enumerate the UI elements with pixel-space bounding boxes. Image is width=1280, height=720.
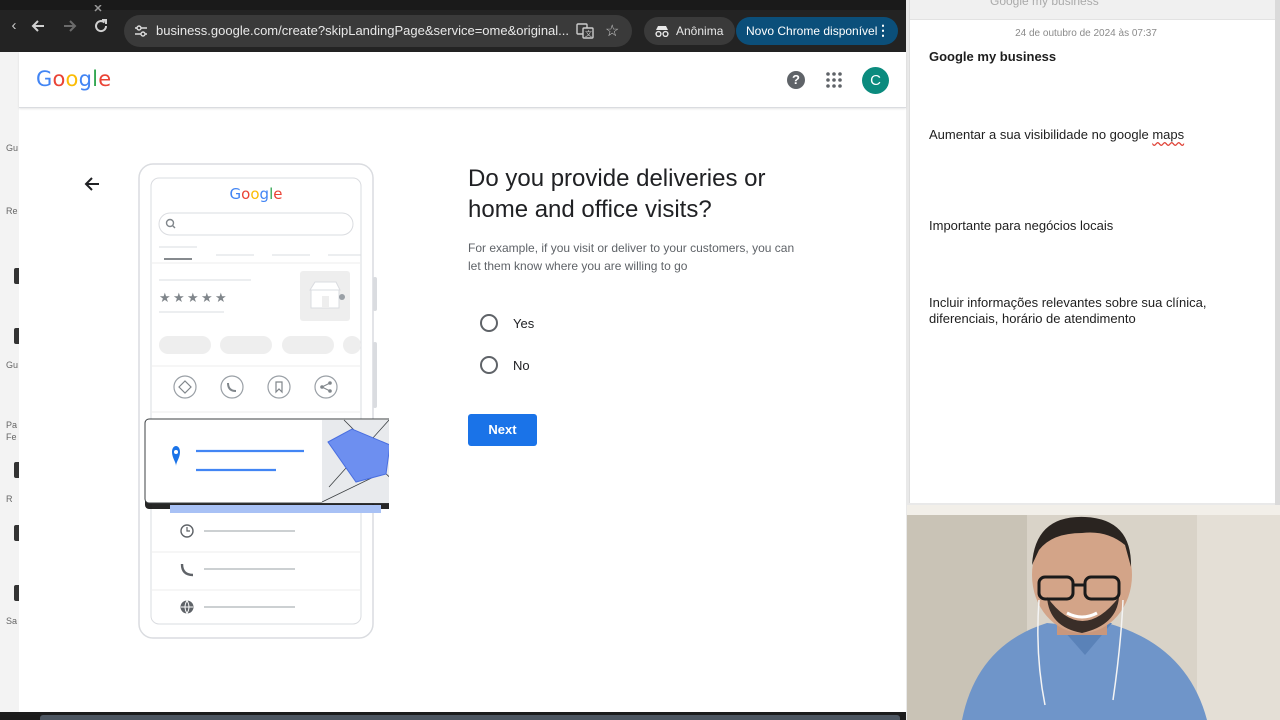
site-settings-icon[interactable] — [134, 24, 148, 38]
phone-illustration: Google ★ ★ ★ ★ ★ — [138, 163, 389, 639]
next-button[interactable]: Next — [468, 414, 537, 446]
help-icon[interactable]: ? — [787, 71, 805, 89]
browser-window: ‹ business.google.com/create?skipLanding… — [0, 0, 906, 712]
google-business-page: Google ? C Google ★ ★ ★ ★ ★ Do you provi… — [19, 52, 906, 712]
save-icon — [267, 375, 291, 399]
logo-letter: G — [36, 67, 53, 91]
google-logo[interactable]: Google — [36, 67, 111, 91]
note-date: 24 de outubro de 2024 às 07:37 — [1015, 28, 1157, 39]
update-label: Novo Chrome disponível — [746, 24, 878, 38]
note-line[interactable]: Aumentar a sua visibilidade no google ma… — [929, 127, 1249, 143]
logo-letter: g — [78, 67, 93, 91]
share-icon — [314, 375, 338, 399]
radio-option-yes[interactable]: Yes — [480, 311, 640, 335]
translate-icon[interactable]: 文 — [576, 22, 594, 40]
search-bar-illustration — [158, 212, 354, 236]
back-nav-icon[interactable] — [30, 18, 46, 34]
note-text: Aumentar a sua visibilidade no google — [929, 127, 1153, 142]
radio-circle[interactable] — [480, 314, 498, 332]
directions-icon — [173, 375, 197, 399]
more-menu-icon[interactable]: ⋮ — [876, 23, 890, 37]
back-arrow-icon[interactable] — [83, 175, 101, 193]
incognito-indicator[interactable]: Anônima — [644, 17, 736, 45]
radio-option-no[interactable]: No — [480, 353, 640, 377]
address-bar[interactable]: business.google.com/create?skipLandingPa… — [124, 15, 632, 47]
webcam-feed — [907, 505, 1280, 720]
svg-text:★: ★ — [201, 291, 213, 306]
account-avatar[interactable]: C — [862, 67, 889, 94]
svg-text:★: ★ — [173, 291, 185, 306]
note-line[interactable]: Importante para negócios locais — [929, 218, 1249, 234]
page-header: Google ? C — [19, 52, 906, 108]
incognito-icon — [655, 26, 669, 37]
bookmark-star-icon[interactable]: ☆ — [605, 21, 619, 41]
question-description: For example, if you visit or deliver to … — [468, 241, 795, 273]
radio-label-no: No — [513, 357, 530, 373]
close-tab-icon[interactable] — [92, 0, 106, 12]
dock-strip — [40, 715, 900, 720]
reload-icon[interactable] — [93, 18, 109, 34]
notes-titlebar: Google my business — [910, 0, 1276, 20]
tab-scroll-left-icon[interactable]: ‹ — [6, 18, 22, 34]
radio-label-yes: Yes — [513, 315, 535, 331]
spellcheck-word[interactable]: maps — [1152, 127, 1184, 142]
presenter-video — [907, 505, 1280, 720]
question-title: Do you provide deliveries or home and of… — [468, 165, 766, 223]
notes-window-title: Google my business — [990, 0, 1099, 8]
update-chrome-button[interactable]: Novo Chrome disponível ⋮ — [736, 17, 898, 45]
browser-toolbar: ‹ business.google.com/create?skipLanding… — [0, 0, 906, 52]
logo-letter: o — [65, 67, 79, 91]
svg-text:★: ★ — [187, 291, 199, 306]
tab-strip — [0, 0, 906, 12]
dock-bar — [0, 712, 906, 720]
apps-grid-icon[interactable] — [826, 72, 842, 88]
illustration-logo: Google — [230, 185, 283, 203]
notes-window: Google my business 24 de outubro de 2024… — [909, 0, 1276, 503]
url-text[interactable]: business.google.com/create?skipLandingPa… — [156, 23, 569, 38]
note-heading[interactable]: Google my business — [929, 49, 1056, 64]
note-line[interactable]: Incluir informações relevantes sobre sua… — [929, 295, 1249, 327]
incognito-label: Anônima — [676, 24, 724, 38]
svg-text:★: ★ — [215, 291, 227, 306]
radio-circle[interactable] — [480, 356, 498, 374]
call-icon — [220, 375, 244, 399]
svg-text:文: 文 — [585, 29, 592, 38]
forward-nav-icon[interactable] — [62, 18, 78, 34]
logo-letter: o — [52, 67, 66, 91]
logo-letter: e — [98, 67, 112, 91]
svg-text:★: ★ — [159, 291, 171, 306]
